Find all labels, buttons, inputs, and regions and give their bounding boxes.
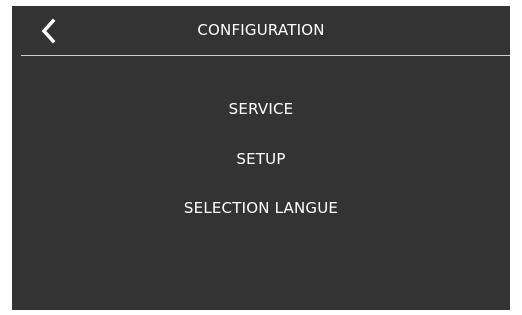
header-bar: CONFIGURATION bbox=[12, 6, 510, 55]
menu-item-language-selection[interactable]: SELECTION LANGUE bbox=[12, 193, 510, 223]
page-title: CONFIGURATION bbox=[197, 21, 325, 39]
configuration-screen: CONFIGURATION SERVICE SETUP SELECTION LA… bbox=[12, 6, 510, 310]
header-divider bbox=[21, 55, 510, 56]
menu-item-setup[interactable]: SETUP bbox=[12, 144, 510, 174]
menu-item-service[interactable]: SERVICE bbox=[12, 94, 510, 124]
